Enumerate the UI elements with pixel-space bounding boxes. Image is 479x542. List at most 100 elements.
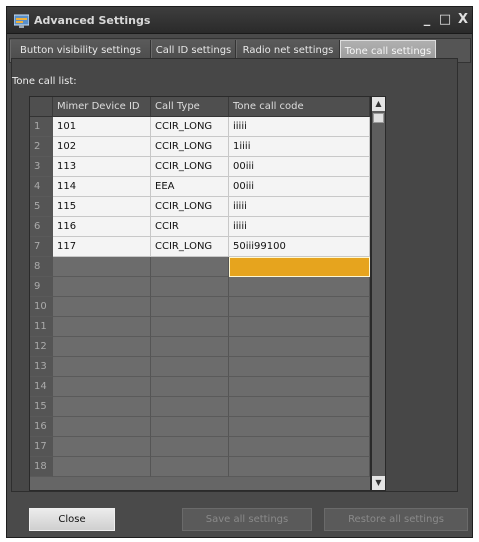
call-type-cell[interactable] xyxy=(151,417,229,437)
mimer-device-id-cell[interactable]: 114 xyxy=(53,177,151,197)
call-type-header[interactable]: Call Type xyxy=(151,97,229,117)
table-row[interactable]: 1 101 CCIR_LONG iiiii xyxy=(30,117,370,137)
row-number: 2 xyxy=(30,137,53,157)
table-row[interactable]: 10 xyxy=(30,297,370,317)
table-row[interactable]: 11 xyxy=(30,317,370,337)
tone-call-code-cell[interactable] xyxy=(229,457,370,477)
row-number: 10 xyxy=(30,297,53,317)
row-number: 11 xyxy=(30,317,53,337)
scrollbar-thumb[interactable] xyxy=(373,113,384,123)
save-all-settings-button[interactable]: Save all settings xyxy=(182,508,312,531)
call-type-cell[interactable] xyxy=(151,457,229,477)
mimer-device-id-cell[interactable]: 113 xyxy=(53,157,151,177)
call-type-cell[interactable]: EEA xyxy=(151,177,229,197)
mimer-device-id-header[interactable]: Mimer Device ID xyxy=(53,97,151,117)
tone-call-code-header[interactable]: Tone call code xyxy=(229,97,370,117)
table-row[interactable]: 14 xyxy=(30,377,370,397)
table-row[interactable]: 13 xyxy=(30,357,370,377)
tone-call-code-cell[interactable] xyxy=(229,297,370,317)
mimer-device-id-cell[interactable] xyxy=(53,457,151,477)
tone-call-code-cell[interactable] xyxy=(229,257,370,277)
tone-call-code-cell[interactable]: 1iiii xyxy=(229,137,370,157)
row-number: 16 xyxy=(30,417,53,437)
tone-call-code-cell[interactable] xyxy=(229,277,370,297)
table-row[interactable]: 3 113 CCIR_LONG 00iii xyxy=(30,157,370,177)
table-row[interactable]: 8 xyxy=(30,257,370,277)
row-number: 18 xyxy=(30,457,53,477)
mimer-device-id-cell[interactable]: 115 xyxy=(53,197,151,217)
scroll-down-arrow-icon[interactable]: ▼ xyxy=(372,476,385,490)
table-row[interactable]: 9 xyxy=(30,277,370,297)
grid-header-row: Mimer Device ID Call Type Tone call code xyxy=(30,97,370,117)
tone-call-code-cell[interactable]: iiiii xyxy=(229,197,370,217)
row-number: 1 xyxy=(30,117,53,137)
mimer-device-id-cell[interactable] xyxy=(53,417,151,437)
row-number: 14 xyxy=(30,377,53,397)
table-row[interactable]: 12 xyxy=(30,337,370,357)
close-button[interactable]: Close xyxy=(29,508,115,531)
row-number: 12 xyxy=(30,337,53,357)
close-window-button[interactable]: X xyxy=(456,12,470,28)
mimer-device-id-cell[interactable]: 102 xyxy=(53,137,151,157)
row-number: 7 xyxy=(30,237,53,257)
title-bar[interactable]: Advanced Settings _ □ X xyxy=(7,7,472,34)
call-type-cell[interactable]: CCIR_LONG xyxy=(151,137,229,157)
tone-call-code-cell[interactable] xyxy=(229,437,370,457)
tone-call-code-cell[interactable] xyxy=(229,317,370,337)
tone-call-code-cell[interactable]: 00iii xyxy=(229,157,370,177)
mimer-device-id-cell[interactable]: 117 xyxy=(53,237,151,257)
table-row[interactable]: 16 xyxy=(30,417,370,437)
scroll-up-arrow-icon[interactable]: ▲ xyxy=(372,97,385,111)
call-type-cell[interactable]: CCIR_LONG xyxy=(151,237,229,257)
tone-call-grid[interactable]: Mimer Device ID Call Type Tone call code… xyxy=(29,96,371,491)
table-row[interactable]: 2 102 CCIR_LONG 1iiii xyxy=(30,137,370,157)
table-row[interactable]: 5 115 CCIR_LONG iiiii xyxy=(30,197,370,217)
mimer-device-id-cell[interactable] xyxy=(53,297,151,317)
table-row[interactable]: 15 xyxy=(30,397,370,417)
mimer-device-id-cell[interactable] xyxy=(53,317,151,337)
mimer-device-id-cell[interactable] xyxy=(53,257,151,277)
row-number: 9 xyxy=(30,277,53,297)
restore-all-settings-button[interactable]: Restore all settings xyxy=(324,508,468,531)
tone-call-code-cell[interactable]: iiiii xyxy=(229,117,370,137)
call-type-cell[interactable]: CCIR_LONG xyxy=(151,197,229,217)
table-row[interactable]: 17 xyxy=(30,437,370,457)
call-type-cell[interactable] xyxy=(151,357,229,377)
table-row[interactable]: 18 xyxy=(30,457,370,477)
table-row[interactable]: 7 117 CCIR_LONG 50iii99100 xyxy=(30,237,370,257)
call-type-cell[interactable]: CCIR_LONG xyxy=(151,117,229,137)
call-type-cell[interactable] xyxy=(151,397,229,417)
call-type-cell[interactable] xyxy=(151,377,229,397)
tone-call-code-cell[interactable]: 50iii99100 xyxy=(229,237,370,257)
call-type-cell[interactable]: CCIR xyxy=(151,217,229,237)
mimer-device-id-cell[interactable]: 101 xyxy=(53,117,151,137)
mimer-device-id-cell[interactable] xyxy=(53,357,151,377)
mimer-device-id-cell[interactable] xyxy=(53,337,151,357)
mimer-device-id-cell[interactable] xyxy=(53,377,151,397)
tone-call-code-cell[interactable]: 00iii xyxy=(229,177,370,197)
call-type-cell[interactable] xyxy=(151,337,229,357)
table-row[interactable]: 4 114 EEA 00iii xyxy=(30,177,370,197)
call-type-cell[interactable] xyxy=(151,317,229,337)
call-type-cell[interactable] xyxy=(151,297,229,317)
tone-call-code-cell[interactable] xyxy=(229,417,370,437)
mimer-device-id-cell[interactable]: 116 xyxy=(53,217,151,237)
grid-scrollbar[interactable]: ▲ ▼ xyxy=(371,96,386,491)
tone-call-code-cell[interactable] xyxy=(229,397,370,417)
minimize-button[interactable]: _ xyxy=(420,12,434,28)
mimer-device-id-cell[interactable] xyxy=(53,397,151,417)
call-type-cell[interactable] xyxy=(151,257,229,277)
row-number: 5 xyxy=(30,197,53,217)
window-title: Advanced Settings xyxy=(34,14,151,27)
tone-call-code-cell[interactable] xyxy=(229,357,370,377)
maximize-button[interactable]: □ xyxy=(438,12,452,28)
tone-call-code-cell[interactable]: iiiii xyxy=(229,217,370,237)
tone-call-code-cell[interactable] xyxy=(229,377,370,397)
call-type-cell[interactable]: CCIR_LONG xyxy=(151,157,229,177)
mimer-device-id-cell[interactable] xyxy=(53,437,151,457)
mimer-device-id-cell[interactable] xyxy=(53,277,151,297)
tone-call-code-cell[interactable] xyxy=(229,337,370,357)
table-row[interactable]: 6 116 CCIR iiiii xyxy=(30,217,370,237)
call-type-cell[interactable] xyxy=(151,437,229,457)
call-type-cell[interactable] xyxy=(151,277,229,297)
